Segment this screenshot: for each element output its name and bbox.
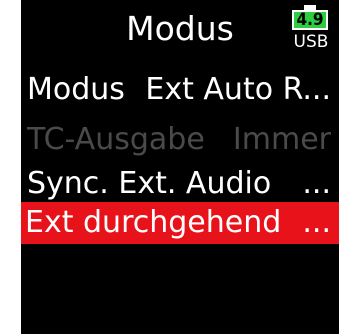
menu-item-label: Modus: [27, 72, 125, 107]
menu-item-value: Ext Auto R...: [145, 72, 331, 107]
battery-icon: 4.9: [292, 10, 328, 30]
menu-item-modus[interactable]: Modus Ext Auto R...: [21, 66, 339, 114]
menu-item-value: Immer: [232, 122, 331, 157]
menu-item-tc-ausgabe: TC-Ausgabe Immer: [21, 116, 339, 164]
menu-item-value: ...: [302, 166, 331, 201]
menu-item-value: ...: [302, 205, 331, 240]
menu-item-label: Ext durchgehend: [25, 205, 282, 240]
menu-item-sync-ext-audio[interactable]: Sync. Ext. Audio ...: [21, 160, 339, 208]
menu-item-ext-durchgehend[interactable]: Ext durchgehend ...: [21, 202, 339, 244]
device-screen: Modus 4.9 USB Modus Ext Auto R... TC-Aus…: [21, 0, 339, 334]
menu-item-label: TC-Ausgabe: [27, 122, 205, 157]
power-source-label: USB: [293, 32, 329, 52]
menu-item-label: Sync. Ext. Audio: [27, 166, 272, 201]
